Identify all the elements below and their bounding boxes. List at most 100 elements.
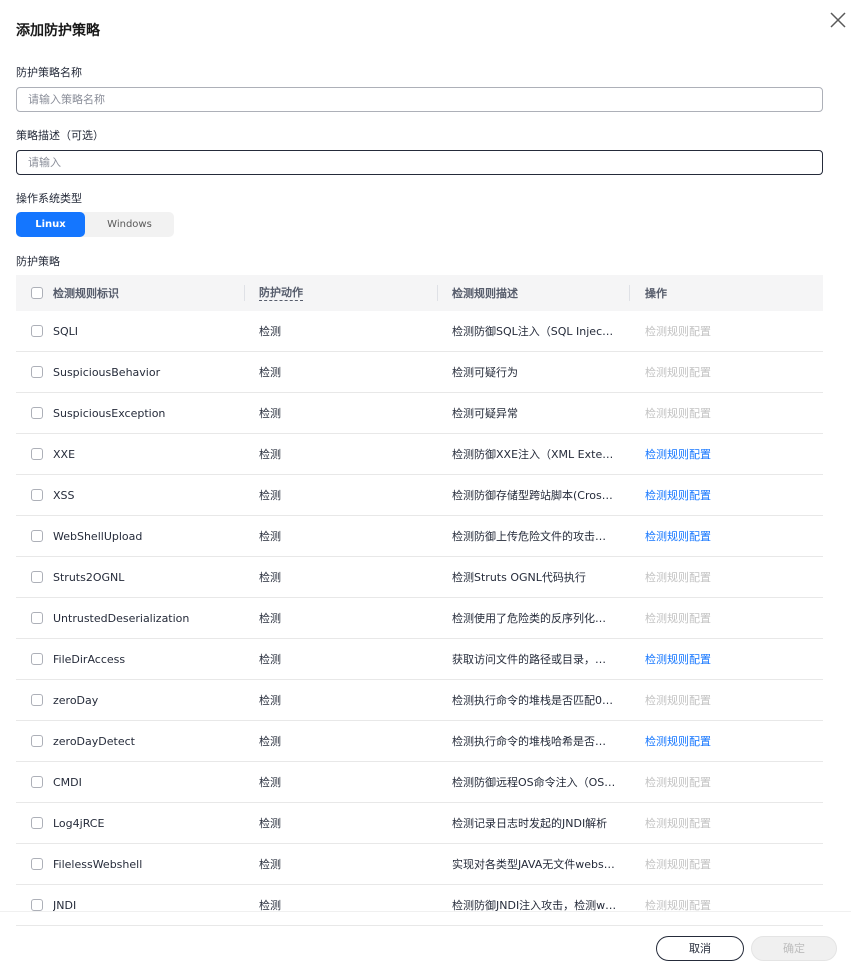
rule-id: UntrustedDeserialization — [53, 611, 190, 625]
rule-action: 检测 — [259, 899, 281, 912]
os-option-linux[interactable]: Linux — [16, 212, 85, 237]
rule-description: 检测防御远程OS命令注入（OS… — [452, 776, 616, 789]
rule-id: CMDI — [53, 775, 82, 789]
rule-id: FileDirAccess — [53, 652, 126, 666]
row-checkbox[interactable] — [31, 694, 43, 706]
rule-description: 检测可疑行为 — [452, 366, 518, 379]
table-row: FilelessWebshell 检测 实现对各类型JAVA无文件webs… 检测规则… — [16, 844, 823, 885]
header-operation: 操作 — [645, 287, 667, 300]
rule-config-link[interactable]: 检测规则配置 — [645, 446, 711, 462]
os-type-toggle: Linux Windows — [16, 212, 174, 237]
rule-action: 检测 — [259, 694, 281, 707]
rule-config-link: 检测规则配置 — [645, 858, 711, 871]
table-row: Struts2OGNL 检测 检测Struts OGNL代码执行 检测规则配置 — [16, 557, 823, 598]
row-checkbox[interactable] — [31, 735, 43, 747]
table-row: XXE 检测 检测防御XXE注入（XML Exter… 检测规则配置 — [16, 434, 823, 475]
rule-config-link: 检测规则配置 — [645, 612, 711, 625]
row-checkbox[interactable] — [31, 817, 43, 829]
row-checkbox[interactable] — [31, 489, 43, 501]
rule-action: 检测 — [259, 489, 281, 502]
table-header: 检测规则标识 防护动作 检测规则描述 操作 — [16, 275, 823, 311]
table-row: SuspiciousBehavior 检测 检测可疑行为 检测规则配置 — [16, 352, 823, 393]
os-type-label: 操作系统类型 — [16, 192, 82, 205]
rule-action: 检测 — [259, 776, 281, 789]
confirm-button[interactable]: 确定 — [751, 936, 837, 961]
row-checkbox[interactable] — [31, 366, 43, 378]
rule-id: Struts2OGNL — [53, 570, 125, 584]
rule-action: 检测 — [259, 612, 281, 625]
rule-id: zeroDayDetect — [53, 734, 135, 748]
rule-id: zeroDay — [53, 693, 99, 707]
rule-description: 获取访问文件的路径或目录，… — [452, 653, 606, 666]
row-checkbox[interactable] — [31, 325, 43, 337]
table-row: CMDI 检测 检测防御远程OS命令注入（OS… 检测规则配置 — [16, 762, 823, 803]
rule-action: 检测 — [259, 817, 281, 830]
row-checkbox[interactable] — [31, 858, 43, 870]
rule-description: 检测防御存储型跨站脚本(Cross… — [452, 489, 617, 502]
rule-id: SuspiciousBehavior — [53, 365, 161, 379]
rule-id: SuspiciousException — [53, 406, 166, 420]
rule-id: SQLI — [53, 324, 79, 338]
os-option-windows[interactable]: Windows — [85, 212, 174, 237]
rule-config-link[interactable]: 检测规则配置 — [645, 487, 711, 503]
row-checkbox[interactable] — [31, 571, 43, 583]
row-checkbox[interactable] — [31, 776, 43, 788]
cancel-button[interactable]: 取消 — [656, 936, 744, 961]
rule-config-link: 检测规则配置 — [645, 776, 711, 789]
rule-description: 实现对各类型JAVA无文件webs… — [452, 858, 615, 871]
policy-description-input[interactable] — [16, 150, 823, 175]
select-all-checkbox[interactable] — [31, 287, 43, 299]
rule-config-link: 检测规则配置 — [645, 571, 711, 584]
table-row: zeroDayDetect 检测 检测执行命令的堆栈哈希是否… 检测规则配置 — [16, 721, 823, 762]
rule-id: XXE — [53, 447, 76, 461]
row-checkbox[interactable] — [31, 899, 43, 911]
dialog-title: 添加防护策略 — [16, 23, 100, 39]
rule-config-link: 检测规则配置 — [645, 366, 711, 379]
rule-description: 检测防御上传危险文件的攻击… — [452, 530, 606, 543]
rule-id: JNDI — [53, 898, 77, 912]
rule-description: 检测Struts OGNL代码执行 — [452, 571, 586, 584]
header-rule-id: 检测规则标识 — [53, 287, 119, 300]
rule-description: 检测执行命令的堆栈哈希是否… — [452, 735, 606, 748]
rule-description: 检测防御XXE注入（XML Exter… — [452, 448, 617, 461]
rule-action: 检测 — [259, 653, 281, 666]
rule-action: 检测 — [259, 366, 281, 379]
policy-name-input[interactable] — [16, 87, 823, 112]
header-protection-action: 防护动作 — [259, 285, 303, 301]
rule-id: WebShellUpload — [53, 529, 143, 543]
table-row: XSS 检测 检测防御存储型跨站脚本(Cross… 检测规则配置 — [16, 475, 823, 516]
rule-id: FilelessWebshell — [53, 857, 143, 871]
table-row: Log4jRCE 检测 检测记录日志时发起的JNDI解析 检测规则配置 — [16, 803, 823, 844]
rule-config-link[interactable]: 检测规则配置 — [645, 733, 711, 749]
table-row: SuspiciousException 检测 检测可疑异常 检测规则配置 — [16, 393, 823, 434]
rule-action: 检测 — [259, 325, 281, 338]
table-row: UntrustedDeserialization 检测 检测使用了危险类的反序列化…… — [16, 598, 823, 639]
footer-divider — [0, 911, 851, 912]
rule-config-link[interactable]: 检测规则配置 — [645, 651, 711, 667]
rule-description: 检测防御SQL注入（SQL Injecti… — [452, 325, 617, 338]
add-protection-policy-dialog: 添加防护策略 防护策略名称 策略描述（可选） 操作系统类型 Linux Wind… — [0, 0, 851, 966]
rule-action: 检测 — [259, 448, 281, 461]
column-divider — [437, 285, 438, 301]
protection-policy-label: 防护策略 — [16, 255, 60, 268]
column-divider — [244, 285, 245, 301]
rule-action: 检测 — [259, 858, 281, 871]
rule-description: 检测可疑异常 — [452, 407, 518, 420]
rule-config-link: 检测规则配置 — [645, 325, 711, 338]
policy-name-label: 防护策略名称 — [16, 66, 82, 79]
rule-config-link[interactable]: 检测规则配置 — [645, 528, 711, 544]
rule-action: 检测 — [259, 530, 281, 543]
close-icon[interactable] — [827, 9, 849, 31]
column-divider — [629, 285, 630, 301]
rule-config-link: 检测规则配置 — [645, 694, 711, 707]
rule-id: Log4jRCE — [53, 816, 105, 830]
row-checkbox[interactable] — [31, 530, 43, 542]
table-row: SQLI 检测 检测防御SQL注入（SQL Injecti… 检测规则配置 — [16, 311, 823, 352]
row-checkbox[interactable] — [31, 407, 43, 419]
row-checkbox[interactable] — [31, 448, 43, 460]
row-checkbox[interactable] — [31, 612, 43, 624]
row-checkbox[interactable] — [31, 653, 43, 665]
table-row: zeroDay 检测 检测执行命令的堆栈是否匹配0… 检测规则配置 — [16, 680, 823, 721]
rule-description: 检测记录日志时发起的JNDI解析 — [452, 817, 608, 830]
rule-description: 检测使用了危险类的反序列化… — [452, 612, 606, 625]
